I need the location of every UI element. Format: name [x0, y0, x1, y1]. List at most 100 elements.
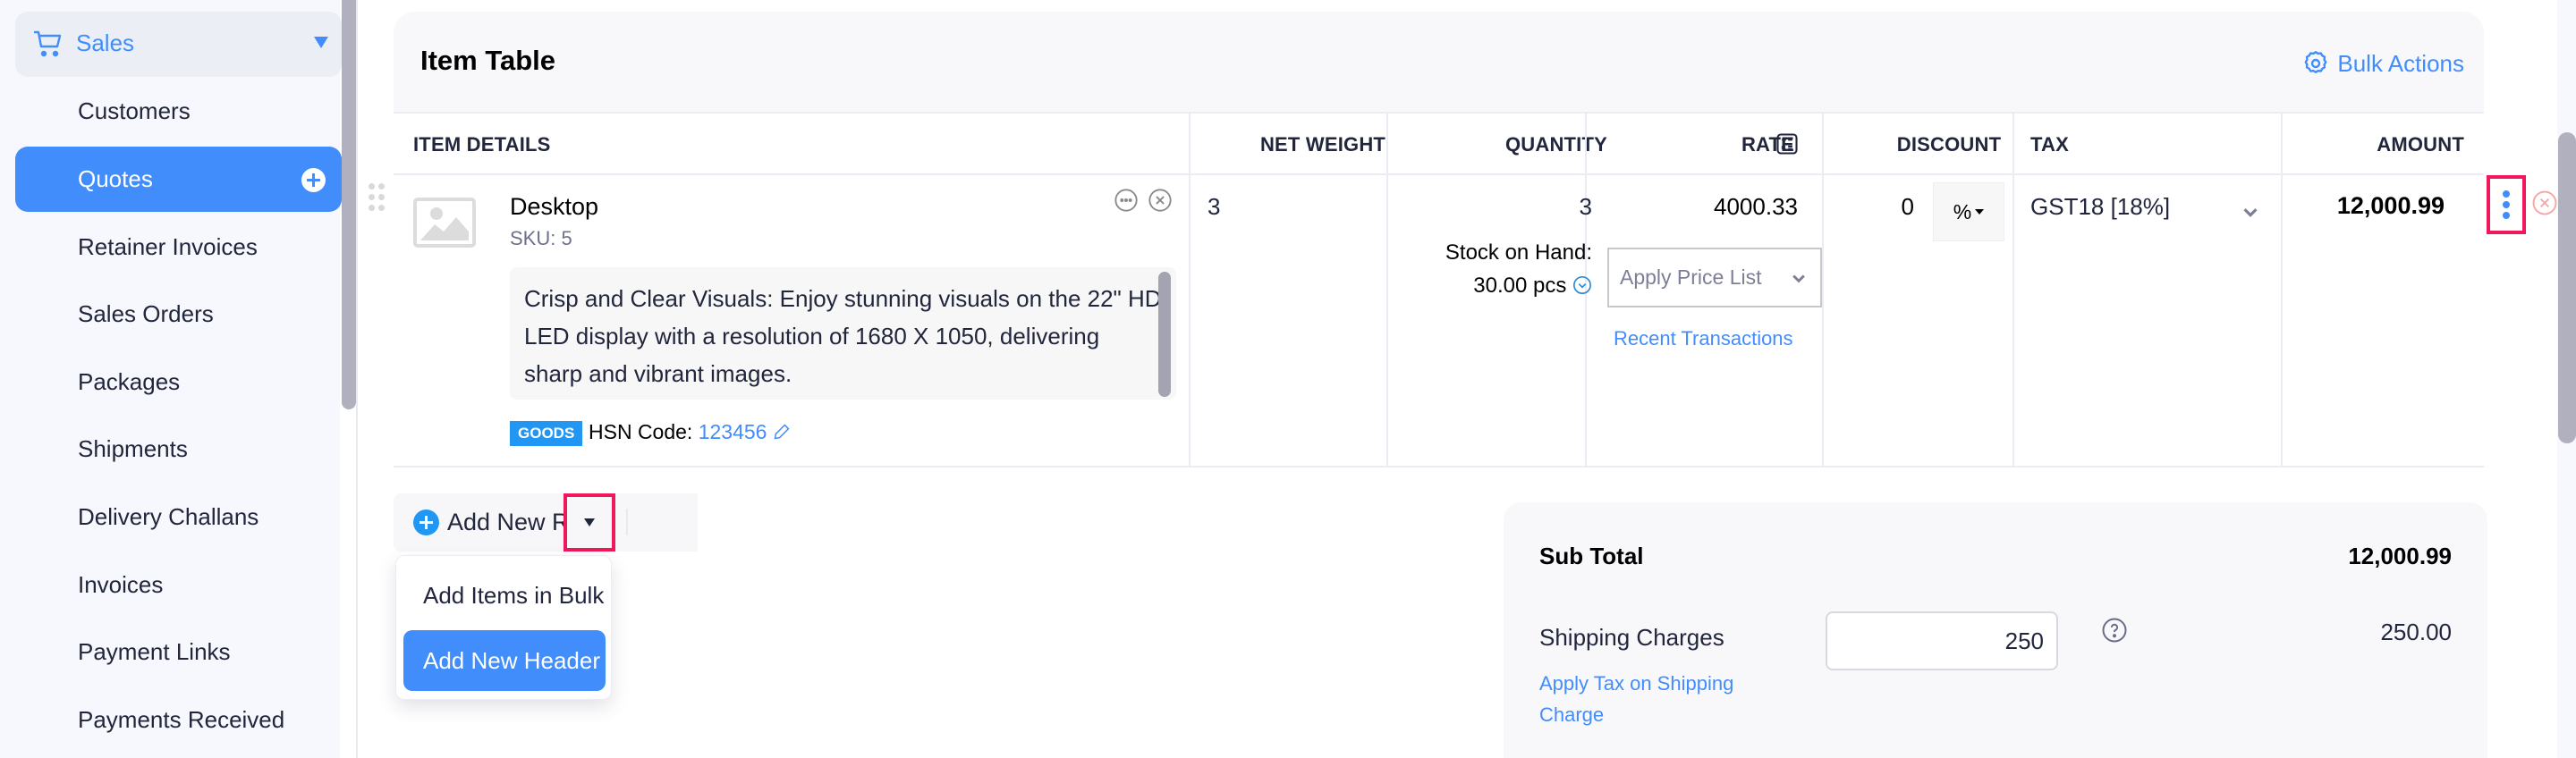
sidebar-item-invoices[interactable]: Invoices [15, 552, 342, 618]
discount-unit-select[interactable]: % [1933, 182, 2004, 241]
sidebar-item-label: Shipments [78, 435, 188, 462]
col-item-details: ITEM DETAILS [413, 132, 551, 156]
sidebar-item-delivery-challans[interactable]: Delivery Challans [15, 484, 342, 550]
kebab-dot [2503, 212, 2510, 219]
column-divider [1822, 114, 1824, 175]
calculator-icon[interactable] [1775, 131, 1800, 156]
col-rate: RATE [1741, 132, 1794, 156]
row-drag-handle-icon[interactable] [369, 183, 386, 211]
apply-price-list-select[interactable]: Apply Price List [1607, 248, 1822, 307]
sidebar-item-sales-orders[interactable]: Sales Orders [15, 282, 342, 347]
gear-icon [2304, 51, 2327, 73]
divider [626, 509, 628, 535]
chevron-down-icon [1792, 274, 1805, 283]
sidebar-item-payments-received[interactable]: Payments Received [15, 687, 342, 753]
add-row-dropdown-toggle[interactable] [564, 493, 615, 552]
add-row-dropdown-menu: Add Items in Bulk Add New Header [395, 555, 612, 700]
table-row: Desktop SKU: 5 Crisp and Clear Visuals: … [394, 175, 2484, 467]
net-weight-value[interactable]: 3 [1208, 193, 1220, 221]
hsn-code-value[interactable]: 123456 [699, 420, 767, 443]
row-options-button[interactable] [2487, 175, 2526, 234]
subtotal-value: 12,000.99 [2348, 543, 2452, 569]
sidebar-item-label: Customers [78, 97, 191, 124]
column-divider [1386, 175, 1388, 467]
discount-value[interactable]: 0 [1834, 193, 1914, 221]
shipping-charges-input[interactable] [1826, 611, 2058, 670]
column-divider [2281, 175, 2283, 467]
sidebar-group-label: Sales [76, 29, 135, 56]
kebab-dot [2503, 201, 2510, 208]
page-scrollbar[interactable] [2558, 132, 2576, 443]
col-tax: TAX [2030, 132, 2069, 156]
sidebar-item-label: Retainer Invoices [78, 233, 258, 260]
caret-down-icon[interactable] [314, 37, 328, 48]
sidebar-item-quotes[interactable]: Quotes [15, 147, 342, 212]
stock-details-chevron-icon[interactable] [1572, 275, 1592, 295]
stock-label: Stock on Hand: [1445, 240, 1592, 265]
price-list-placeholder: Apply Price List [1620, 265, 1762, 289]
sidebar: Sales Customers Quotes Retainer Invoices… [0, 0, 342, 758]
sidebar-scrollbar[interactable] [342, 0, 356, 409]
item-description[interactable]: Crisp and Clear Visuals: Enjoy stunning … [510, 267, 1176, 400]
add-quote-plus-icon[interactable] [301, 168, 326, 192]
menu-item-add-items-in-bulk[interactable]: Add Items in Bulk [403, 565, 606, 626]
main-content: Item Table Bulk Actions ITEM DETAILS NET… [358, 0, 2558, 758]
quantity-value[interactable]: 3 [1422, 193, 1592, 221]
sidebar-item-packages[interactable]: Packages [15, 350, 342, 415]
col-net-weight: NET WEIGHT [1259, 132, 1386, 156]
sidebar-item-label: Payments Received [78, 706, 285, 733]
goods-badge: GOODS [510, 421, 583, 446]
pencil-icon[interactable] [773, 423, 791, 441]
help-icon[interactable] [2101, 617, 2128, 644]
sidebar-item-label: Delivery Challans [78, 503, 259, 530]
apply-tax-on-shipping-link[interactable]: Apply Tax on Shipping Charge [1539, 668, 1772, 730]
shipping-charges-value: 250.00 [2380, 619, 2452, 645]
sidebar-item-customers[interactable]: Customers [15, 79, 342, 144]
cart-icon [33, 30, 62, 57]
sidebar-item-retainer-invoices[interactable]: Retainer Invoices [15, 215, 342, 280]
remove-row-icon[interactable] [2531, 190, 2558, 216]
column-divider [1189, 114, 1191, 175]
sidebar-item-payment-links[interactable]: Payment Links [15, 619, 342, 685]
column-divider [1386, 114, 1388, 175]
sidebar-item-label: Invoices [78, 571, 164, 598]
sidebar-item-label: Packages [78, 368, 181, 395]
sidebar-item-shipments[interactable]: Shipments [15, 417, 342, 482]
bulk-actions-button[interactable]: Bulk Actions [2301, 49, 2464, 78]
sidebar-item-label: Quotes [78, 165, 153, 192]
recent-transactions-link[interactable]: Recent Transactions [1614, 327, 1793, 350]
column-divider [2281, 114, 2283, 175]
column-divider [2012, 175, 2014, 467]
hsn-code: HSN Code: 123456 [589, 420, 791, 444]
bulk-actions-label: Bulk Actions [2337, 49, 2464, 77]
kebab-dot [2503, 190, 2510, 198]
description-scrollbar[interactable] [1158, 272, 1171, 397]
subtotal-label: Sub Total [1539, 543, 1644, 569]
menu-item-add-new-header[interactable]: Add New Header [403, 630, 606, 691]
tax-select[interactable]: GST18 [18%] [2030, 193, 2170, 221]
col-quantity: QUANTITY [1504, 132, 1607, 156]
discount-unit-label: % [1953, 199, 1972, 223]
add-new-row-button[interactable]: Add New Row [394, 493, 698, 552]
plus-circle-icon [413, 510, 439, 535]
caret-down-icon [1975, 209, 1985, 215]
column-divider [1189, 175, 1191, 467]
item-table-title: Item Table [420, 45, 556, 76]
stock-on-hand: Stock on Hand: 30.00 pcs [1395, 236, 1592, 302]
item-name[interactable]: Desktop [510, 193, 598, 221]
amount-value: 12,000.99 [2336, 192, 2445, 219]
more-options-icon[interactable] [1114, 188, 1139, 213]
sidebar-group-sales[interactable]: Sales [15, 12, 342, 77]
image-placeholder-icon[interactable] [413, 198, 476, 248]
totals-panel: Sub Total 12,000.99 Shipping Charges 250… [1504, 502, 2487, 758]
caret-down-icon [584, 518, 595, 526]
clear-item-icon[interactable] [1148, 188, 1173, 213]
sidebar-item-label: Payment Links [78, 638, 231, 665]
column-divider [1822, 175, 1824, 467]
col-discount: DISCOUNT [1896, 132, 2002, 156]
column-divider [1585, 114, 1587, 175]
chevron-down-icon[interactable] [2241, 202, 2260, 222]
col-amount: AMOUNT [2377, 132, 2464, 156]
rate-value[interactable]: 4000.33 [1592, 193, 1798, 221]
item-sku: SKU: 5 [510, 227, 572, 249]
